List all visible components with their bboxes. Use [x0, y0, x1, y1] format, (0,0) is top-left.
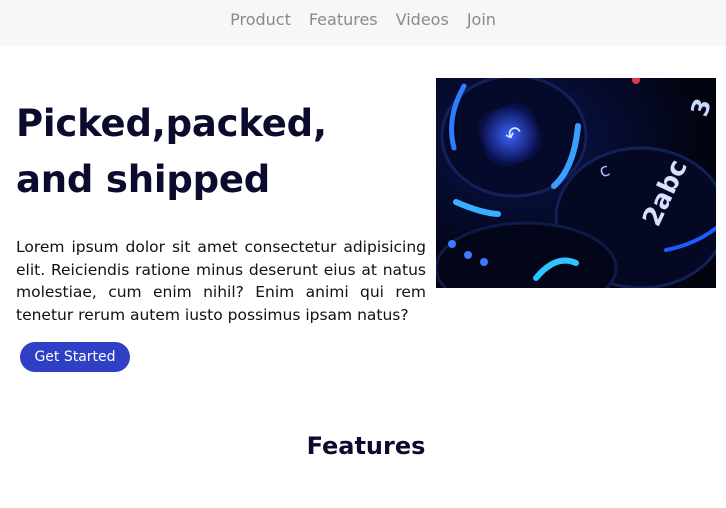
top-navbar: Product Features Videos Join	[0, 0, 726, 46]
nav-link-features[interactable]: Features	[309, 0, 378, 40]
phone-keypad-photo: ↶ c 2abc 3 1	[436, 78, 716, 288]
nav-link-join[interactable]: Join	[467, 0, 496, 40]
hero-title-line-2: and shipped	[16, 158, 271, 201]
get-started-button[interactable]: Get Started	[20, 342, 130, 372]
nav-link-product[interactable]: Product	[230, 0, 291, 40]
features-heading: Features	[306, 432, 426, 460]
nav-link-videos[interactable]: Videos	[396, 0, 449, 40]
hero-image: ↶ c 2abc 3 1	[436, 78, 716, 288]
hero-paragraph: Lorem ipsum dolor sit amet consectetur a…	[16, 238, 426, 324]
hero-title: Picked,packed, and shipped	[16, 96, 436, 208]
nav-links: Product Features Videos Join	[0, 0, 726, 40]
hero-title-line-1: Picked,packed,	[16, 102, 327, 145]
